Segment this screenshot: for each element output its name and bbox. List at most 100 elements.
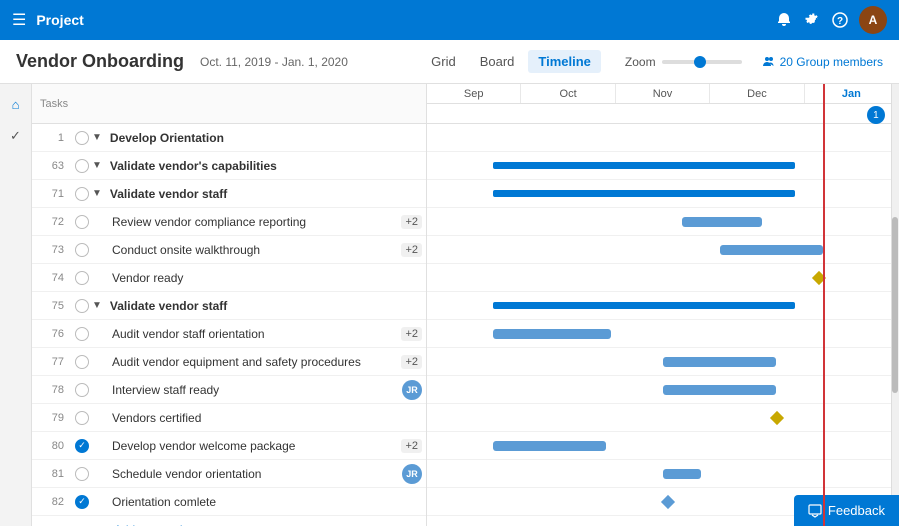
gantt-bar[interactable] <box>663 385 776 395</box>
task-check[interactable] <box>72 467 92 481</box>
gantt-bar[interactable] <box>493 162 795 169</box>
task-check[interactable] <box>72 299 92 313</box>
gantt-row <box>427 404 899 432</box>
task-empty-icon <box>75 215 89 229</box>
task-empty-icon <box>75 355 89 369</box>
expand-icon[interactable]: ▼ <box>92 188 102 199</box>
task-row[interactable]: 77 Audit vendor equipment and safety pro… <box>32 348 426 376</box>
task-empty-icon <box>75 131 89 145</box>
task-num: 81 <box>32 468 72 480</box>
month-dec: Dec <box>710 84 804 103</box>
task-row[interactable]: 82 ✓ Orientation comlete <box>32 488 426 516</box>
task-name: Schedule vendor orientation <box>108 467 402 481</box>
add-task-plus-icon: + <box>92 522 100 526</box>
diamond-milestone[interactable] <box>661 495 675 509</box>
task-row[interactable]: 73 Conduct onsite walkthrough +2 <box>32 236 426 264</box>
task-row[interactable]: 74 Vendor ready <box>32 264 426 292</box>
task-num: 1 <box>32 132 72 144</box>
task-badge: +2 <box>401 243 422 257</box>
project-dates: Oct. 11, 2019 - Jan. 1, 2020 <box>200 55 348 69</box>
month-bar: Sep Oct Nov Dec Jan <box>427 84 899 104</box>
gantt-bar[interactable] <box>493 329 611 339</box>
hamburger-menu[interactable]: ☰ <box>12 10 26 30</box>
task-row[interactable]: 79 Vendors certified <box>32 404 426 432</box>
tab-grid[interactable]: Grid <box>421 50 466 73</box>
diamond-milestone[interactable] <box>769 411 783 425</box>
task-name: Develop Orientation <box>106 131 426 145</box>
task-row[interactable]: 72 Review vendor compliance reporting +2 <box>32 208 426 236</box>
task-row[interactable]: 63 ▼ Validate vendor's capabilities <box>32 152 426 180</box>
task-num: 82 <box>32 496 72 508</box>
zoom-slider[interactable] <box>662 60 742 64</box>
today-day: 1 <box>873 110 879 121</box>
task-avatar: JR <box>402 464 422 484</box>
add-task-row[interactable]: + + Add new task <box>32 516 426 526</box>
task-num: 63 <box>32 160 72 172</box>
task-empty-icon <box>75 159 89 173</box>
scroll-thumb[interactable] <box>892 217 898 394</box>
task-check[interactable] <box>72 355 92 369</box>
task-check[interactable] <box>72 383 92 397</box>
help-icon[interactable]: ? <box>831 11 849 29</box>
gantt-row <box>427 236 899 264</box>
task-check[interactable] <box>72 271 92 285</box>
side-nav: ⌂ ✓ <box>0 84 32 526</box>
task-empty-icon <box>75 327 89 341</box>
task-check[interactable] <box>72 131 92 145</box>
expand-icon[interactable]: ▼ <box>92 160 102 171</box>
zoom-thumb[interactable] <box>694 56 706 68</box>
expand-icon[interactable]: ▼ <box>92 300 102 311</box>
gantt-row <box>427 348 899 376</box>
group-members-label: 20 Group members <box>780 55 883 69</box>
gantt-row <box>427 264 899 292</box>
gantt-bar[interactable] <box>493 302 795 309</box>
task-row[interactable]: 71 ▼ Validate vendor staff <box>32 180 426 208</box>
task-check[interactable] <box>72 243 92 257</box>
gantt-bar[interactable] <box>663 469 701 479</box>
user-avatar[interactable]: A <box>859 6 887 34</box>
task-row[interactable]: 81 Schedule vendor orientation JR <box>32 460 426 488</box>
gantt-bar[interactable] <box>720 245 824 255</box>
gantt-bar[interactable] <box>493 441 606 451</box>
today-badge: 1 <box>867 106 885 124</box>
gantt-bar[interactable] <box>682 217 762 227</box>
task-row[interactable]: 76 Audit vendor staff orientation +2 <box>32 320 426 348</box>
task-row[interactable]: 80 ✓ Develop vendor welcome package +2 <box>32 432 426 460</box>
task-empty-icon <box>75 243 89 257</box>
gantt-bar[interactable] <box>663 357 776 367</box>
task-row[interactable]: 75 ▼ Validate vendor staff <box>32 292 426 320</box>
project-title: Vendor Onboarding <box>16 51 184 72</box>
tab-timeline[interactable]: Timeline <box>528 50 601 73</box>
task-num: 71 <box>32 188 72 200</box>
settings-icon[interactable] <box>803 11 821 29</box>
tab-board[interactable]: Board <box>470 50 525 73</box>
task-check[interactable] <box>72 411 92 425</box>
month-jan: Jan <box>805 84 899 103</box>
task-name: Orientation comlete <box>108 495 426 509</box>
home-icon[interactable]: ⌂ <box>4 92 28 116</box>
task-row[interactable]: 1 ▼ Develop Orientation <box>32 124 426 152</box>
gantt-rows <box>427 124 899 516</box>
feedback-icon <box>808 504 822 518</box>
task-name: Validate vendor's capabilities <box>106 159 426 173</box>
task-badge: +2 <box>401 327 422 341</box>
month-oct: Oct <box>521 84 615 103</box>
check-icon[interactable]: ✓ <box>4 124 28 148</box>
task-check[interactable]: ✓ <box>72 439 92 453</box>
expand-icon[interactable]: ▼ <box>92 132 102 143</box>
task-name: Develop vendor welcome package <box>108 439 401 453</box>
notification-icon[interactable] <box>775 11 793 29</box>
task-check[interactable]: ✓ <box>72 495 92 509</box>
gantt-bar[interactable] <box>493 190 795 197</box>
task-check[interactable] <box>72 159 92 173</box>
task-check[interactable] <box>72 215 92 229</box>
task-avatar: JR <box>402 380 422 400</box>
group-members[interactable]: 20 Group members <box>762 55 883 69</box>
task-row[interactable]: 78 Interview staff ready JR <box>32 376 426 404</box>
gantt-row <box>427 292 899 320</box>
scroll-bar[interactable] <box>891 84 899 526</box>
task-check[interactable] <box>72 187 92 201</box>
task-check[interactable] <box>72 327 92 341</box>
task-badge: +2 <box>401 439 422 453</box>
feedback-button[interactable]: Feedback <box>794 495 899 526</box>
